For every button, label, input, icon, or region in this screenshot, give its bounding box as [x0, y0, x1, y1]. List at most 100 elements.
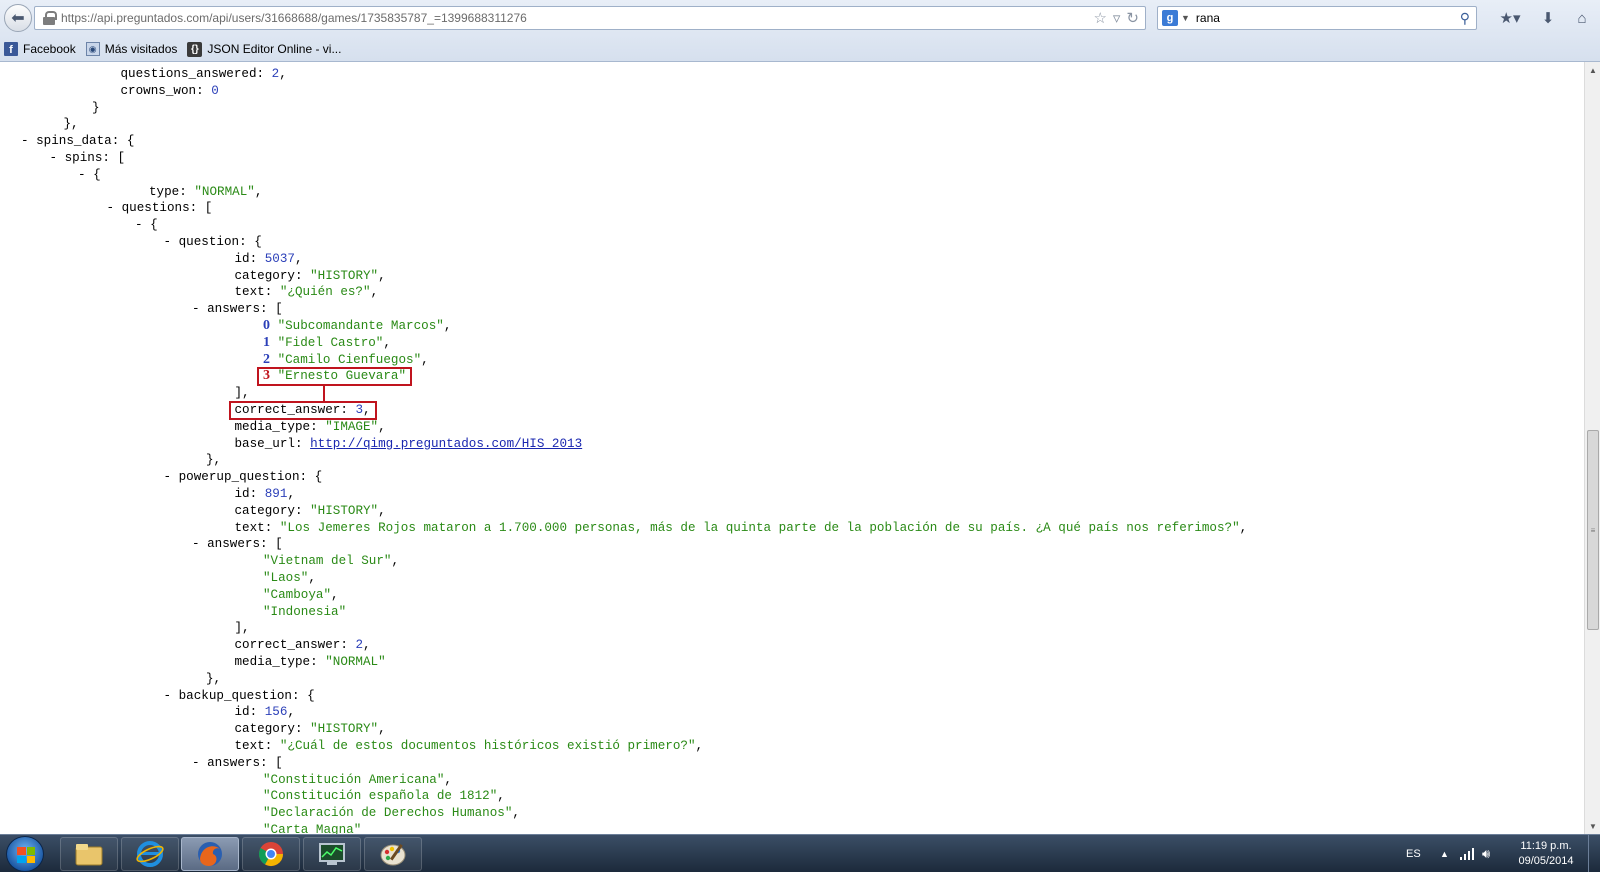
json-line-answers: - answers: [: [192, 755, 283, 772]
bookmark-facebook[interactable]: f Facebook: [4, 42, 76, 56]
show-desktop-button[interactable]: [1588, 835, 1600, 872]
system-clock[interactable]: 11:19 p.m. 09/05/2014: [1504, 839, 1588, 869]
search-icon[interactable]: ⚲: [1460, 10, 1470, 27]
language-indicator[interactable]: ES: [1406, 835, 1421, 872]
json-key: id: [234, 705, 250, 720]
colon: :: [111, 134, 127, 149]
trailing-comma: ,: [444, 772, 452, 787]
json-line-type: type: "NORMAL",: [149, 184, 262, 201]
collapse-toggle[interactable]: -: [21, 134, 29, 148]
collapse-toggle[interactable]: -: [164, 235, 172, 249]
collapse-toggle[interactable]: -: [164, 689, 172, 703]
trailing-comma: ,: [378, 503, 386, 518]
collapse-toggle[interactable]: -: [192, 302, 200, 316]
json-line-spins: - spins: [: [50, 150, 126, 167]
collapse-toggle[interactable]: -: [192, 537, 200, 551]
json-value: "Subcomandante Marcos": [277, 319, 444, 333]
volume-icon[interactable]: 🔊︎: [1482, 835, 1490, 872]
open-bracket: {: [307, 688, 315, 703]
taskbar-explorer[interactable]: [60, 837, 118, 871]
json-value: "HISTORY": [310, 268, 379, 283]
json-line: "Constitución Americana",: [263, 772, 452, 789]
json-key: answers: [207, 537, 261, 552]
json-value: "¿Cuál de estos documentos históricos ex…: [279, 739, 696, 753]
trailing-comma: ,: [254, 184, 263, 199]
json-line: "Constitución española de 1812",: [263, 788, 505, 805]
search-input[interactable]: rana: [1196, 11, 1460, 25]
colon: :: [294, 268, 311, 283]
collapse-toggle[interactable]: -: [50, 151, 58, 165]
close-bracket: }: [92, 100, 100, 115]
reload-icon[interactable]: ↻: [1126, 9, 1139, 27]
scrollbar-thumb[interactable]: ≡: [1587, 430, 1599, 630]
json-key: id: [234, 251, 250, 266]
taskbar-task-manager[interactable]: [303, 837, 361, 871]
scroll-up-arrow-icon[interactable]: ▲: [1585, 62, 1600, 78]
json-viewer: questions_answered: 2, crowns_won: 0}}, - …: [0, 62, 1584, 834]
json-line-questions-answered: questions_answered: 2,: [121, 66, 287, 83]
taskbar-internet-explorer[interactable]: [121, 837, 179, 871]
json-key: questions_answered: [120, 67, 257, 81]
start-button[interactable]: [6, 836, 44, 872]
json-value: "Camboya": [263, 587, 332, 602]
taskbar-firefox[interactable]: [181, 837, 239, 871]
json-line-text: text: "Los Jemeres Rojos mataron a 1.700…: [235, 520, 1248, 537]
json-line: "Indonesia": [263, 604, 346, 621]
windows-taskbar: ES ▲ 🔊︎ 11:19 p.m. 09/05/2014: [0, 834, 1600, 872]
trailing-comma: ,: [695, 739, 704, 753]
json-line-id: id: 156,: [235, 704, 296, 721]
show-hidden-icons-arrow-icon[interactable]: ▲: [1440, 835, 1449, 872]
trailing-comma: ,: [279, 67, 287, 81]
collapse-toggle[interactable]: -: [107, 201, 115, 215]
json-line-crowns-won: crowns_won: 0: [121, 83, 219, 100]
network-signal-icon[interactable]: [1460, 835, 1476, 872]
address-bar[interactable]: https://api.preguntados.com/api/users/31…: [34, 6, 1146, 30]
collapse-toggle[interactable]: -: [164, 470, 172, 484]
search-bar[interactable]: g ▼ rana ⚲: [1157, 6, 1477, 30]
home-icon: ⌂: [1577, 9, 1587, 27]
bookmark-json-editor[interactable]: {} JSON Editor Online - vi...: [187, 41, 341, 57]
bookmark-most-visited[interactable]: ◉ Más visitados: [85, 42, 177, 56]
downloads-button[interactable]: ⬇: [1537, 7, 1559, 29]
trailing-comma: ,: [391, 554, 400, 569]
close-bracket: },: [206, 671, 222, 686]
vertical-scrollbar[interactable]: ▲ ≡ ▼: [1584, 62, 1600, 834]
colon: :: [310, 419, 326, 434]
taskbar-chrome[interactable]: [242, 837, 300, 871]
trailing-comma: ,: [363, 638, 371, 653]
json-line-media-type: media_type: "NORMAL": [235, 654, 386, 671]
open-bracket: {: [93, 167, 101, 182]
search-engine-dropdown-icon[interactable]: ▼: [1181, 13, 1190, 23]
json-value: "Fidel Castro": [277, 335, 384, 350]
close-bracket: ],: [234, 386, 250, 401]
collapse-toggle[interactable]: -: [78, 168, 86, 182]
scroll-down-arrow-icon[interactable]: ▼: [1585, 818, 1600, 834]
dropdown-arrow-icon[interactable]: ▿: [1113, 9, 1121, 27]
language-label: ES: [1406, 848, 1421, 860]
json-key: text: [234, 520, 265, 535]
colon: :: [299, 470, 315, 485]
json-key: text: [234, 739, 265, 753]
taskbar-paint[interactable]: [364, 837, 422, 871]
array-index: 1: [263, 334, 270, 350]
json-line: 2 "Camilo Cienfuegos",: [263, 352, 429, 369]
trailing-comma: ,: [308, 571, 316, 585]
bookmark-star-icon[interactable]: ☆: [1093, 9, 1106, 27]
json-key: questions: [121, 201, 190, 216]
google-icon[interactable]: g: [1162, 10, 1178, 26]
json-value: 5037: [264, 251, 295, 266]
collapse-toggle[interactable]: -: [192, 756, 200, 770]
home-button[interactable]: ⌂: [1570, 7, 1594, 29]
bookmarks-menu-button[interactable]: ★▾: [1493, 7, 1527, 29]
json-value: "IMAGE": [325, 419, 379, 434]
collapse-toggle[interactable]: -: [135, 218, 143, 232]
back-button[interactable]: ⬅: [4, 4, 32, 32]
task-manager-icon: [319, 843, 345, 865]
chrome-icon: [258, 842, 283, 867]
open-bracket: {: [314, 470, 323, 485]
json-value: "Carta Magna": [263, 823, 362, 834]
json-line-media-type: media_type: "IMAGE",: [235, 419, 386, 436]
json-link[interactable]: http://qimg.preguntados.com/HIS_2013: [310, 437, 582, 451]
